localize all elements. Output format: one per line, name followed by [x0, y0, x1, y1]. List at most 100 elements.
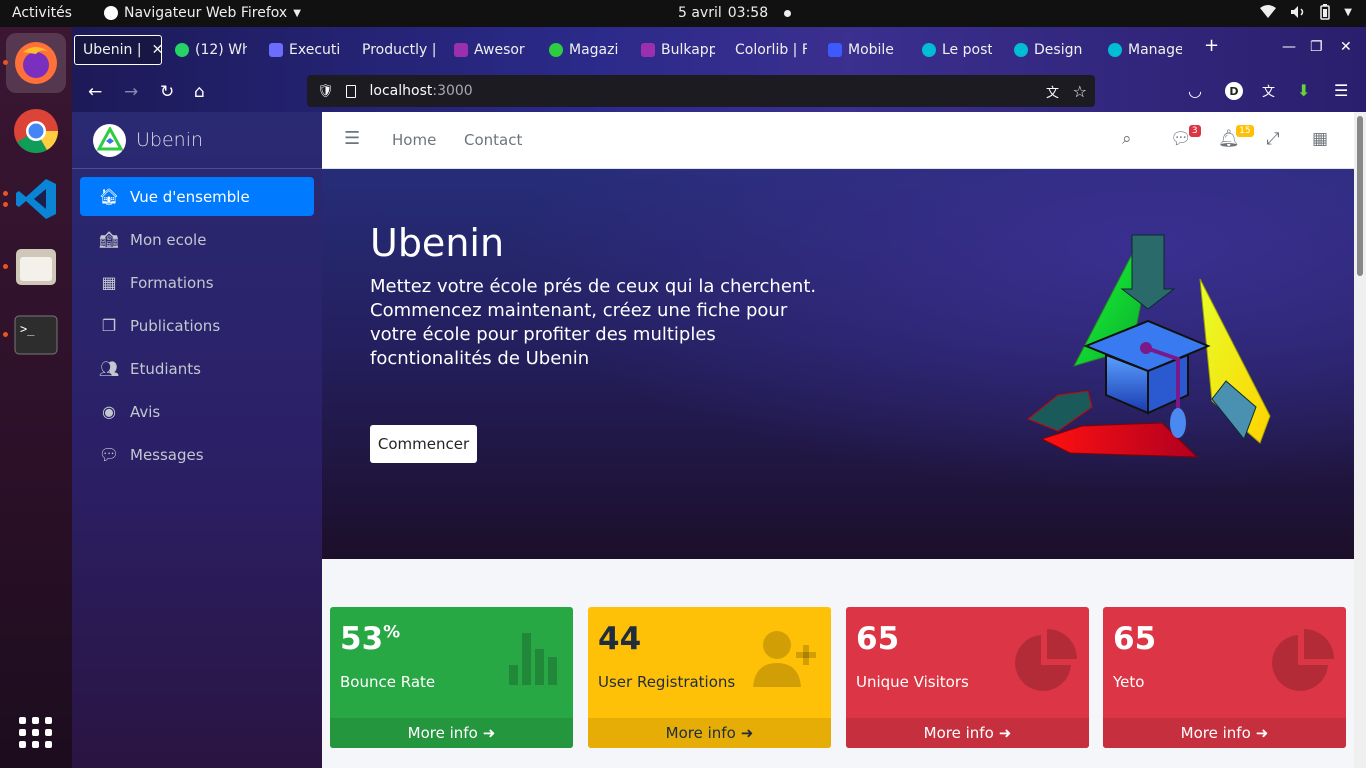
clock[interactable]: 5 avril 03:58	[678, 5, 792, 21]
stat-label: Yeto	[1113, 673, 1145, 691]
volume-icon	[1291, 6, 1304, 18]
sidebar-item-etudiants[interactable]: 👥︎ Etudiants	[80, 349, 314, 388]
grid-icon: ▦	[101, 273, 117, 292]
dock-vscode[interactable]	[6, 169, 66, 229]
grid-icon[interactable]: ▦	[1312, 129, 1328, 149]
more-info-label: More info	[923, 724, 994, 742]
profile-avatar[interactable]: D	[1225, 82, 1243, 100]
messages-icon[interactable]: 💬︎ 3	[1170, 125, 1201, 149]
dock-firefox[interactable]	[6, 33, 66, 93]
stat-box-unique-visitors: 65 Unique Visitors More info ➜	[846, 607, 1089, 748]
url-port: :3000	[432, 83, 473, 99]
tab-strip: Ubenin | ✕ (12) Wh Executi Productly | A…	[72, 27, 1366, 72]
back-button[interactable]: ←	[88, 82, 102, 102]
close-icon[interactable]: ✕	[152, 42, 161, 58]
running-indicator	[3, 202, 8, 207]
sidebar-item-messages[interactable]: 💬︎ Messages	[80, 435, 314, 474]
dock-files[interactable]	[6, 237, 66, 297]
dock-chrome[interactable]	[6, 101, 66, 161]
sidebar-item-label: Messages	[130, 445, 204, 464]
arrow-circle-right-icon: ➜	[998, 724, 1012, 742]
search-icon[interactable]: ⌕	[1122, 129, 1132, 149]
new-tab-button[interactable]: +	[1204, 35, 1219, 56]
bookmark-star-icon[interactable]: ☆	[1073, 82, 1087, 101]
tab-le-post[interactable]: Le post	[922, 35, 992, 65]
home-button[interactable]: ⌂	[194, 82, 205, 102]
reload-button[interactable]: ↻	[160, 82, 174, 102]
tab-productly[interactable]: Productly |	[362, 35, 438, 65]
tab-design[interactable]: Design	[1014, 35, 1084, 65]
fullscreen-icon[interactable]: ⤢	[1266, 129, 1280, 149]
more-info-link[interactable]: More info ➜	[846, 718, 1089, 748]
sidebar-item-publications[interactable]: ❐ Publications	[80, 306, 314, 345]
stat-value: 53%	[340, 621, 401, 657]
maximize-button[interactable]: ❐	[1310, 39, 1323, 55]
svg-text:>_: >_	[20, 322, 35, 336]
tab-manage[interactable]: Manage	[1108, 35, 1182, 65]
app-menu[interactable]: Navigateur Web Firefox ▼	[104, 5, 301, 21]
nav-link-home[interactable]: Home	[392, 131, 436, 149]
url-bar[interactable]: 🛡 localhost:3000 文 ☆	[307, 75, 1095, 107]
bell-icon[interactable]: 🔔︎ 15	[1218, 125, 1254, 149]
hero-section: Ubenin Mettez votre école prés de ceux q…	[322, 169, 1354, 559]
more-info-link[interactable]: More info ➜	[1103, 718, 1346, 748]
browser-chrome: Ubenin | ✕ (12) Wh Executi Productly | A…	[72, 27, 1366, 112]
folder-icon	[16, 249, 56, 285]
more-info-link[interactable]: More info ➜	[588, 718, 831, 748]
more-info-link[interactable]: More info ➜	[330, 718, 573, 748]
notifications-badge: 15	[1236, 125, 1254, 137]
page-scrollbar[interactable]	[1354, 112, 1366, 768]
minimize-button[interactable]: —	[1282, 39, 1296, 55]
forward-button[interactable]: →	[124, 82, 138, 102]
brand[interactable]: Ubenin	[72, 112, 322, 169]
vscode-icon	[16, 179, 56, 219]
download-icon[interactable]: ⬇	[1297, 81, 1310, 100]
sidebar-item-formations[interactable]: ▦ Formations	[80, 263, 314, 302]
canva-icon	[1108, 43, 1122, 57]
dock: >_	[0, 27, 72, 768]
tab-bulkapp[interactable]: Bulkapp	[641, 35, 715, 65]
scrollbar-thumb[interactable]	[1357, 116, 1363, 276]
translate-icon[interactable]: 文	[1046, 82, 1059, 101]
stat-value: 65	[856, 621, 900, 657]
nav-link-contact[interactable]: Contact	[464, 131, 522, 149]
firefox-icon	[15, 42, 57, 84]
show-applications-icon[interactable]	[19, 717, 53, 748]
tab-awesome[interactable]: Awesor	[454, 35, 528, 65]
window-close-button[interactable]: ✕	[1340, 39, 1352, 55]
chrome-icon	[14, 109, 58, 153]
tab-colorlib[interactable]: Colorlib | F	[735, 35, 807, 65]
hamburger-menu-icon[interactable]: ☰	[1334, 81, 1348, 100]
tab-ubenin[interactable]: Ubenin | ✕	[74, 35, 162, 65]
sidebar-menu: 🏠︎ Vue d'ensemble 🏫︎ Mon ecole ▦ Formati…	[72, 169, 322, 486]
comments-icon: 💬︎	[98, 445, 120, 464]
activities-button[interactable]: Activités	[12, 5, 72, 21]
tab-label: Manage	[1128, 42, 1182, 58]
tab-executi[interactable]: Executi	[269, 35, 341, 65]
terminal-icon: >_	[14, 315, 58, 355]
tab-label: Productly |	[362, 42, 437, 58]
start-button[interactable]: Commencer	[370, 425, 477, 463]
running-indicator	[3, 264, 8, 269]
pocket-icon[interactable]: ◡	[1188, 81, 1202, 100]
chevron-down-icon: ▼	[293, 7, 301, 19]
messages-badge: 3	[1188, 125, 1201, 137]
tab-whatsapp[interactable]: (12) Wh	[175, 35, 247, 65]
tab-label: Awesor	[474, 42, 525, 58]
translate-extension-icon[interactable]: 文	[1262, 81, 1275, 100]
colorlib-icon	[641, 43, 655, 57]
sidebar-item-vue-ensemble[interactable]: 🏠︎ Vue d'ensemble	[80, 177, 314, 216]
bar-chart-icon	[509, 633, 557, 685]
system-tray[interactable]: ▼	[1260, 4, 1352, 20]
sidebar-item-mon-ecole[interactable]: 🏫︎ Mon ecole	[80, 220, 314, 259]
sidebar-item-avis[interactable]: ◉ Avis	[80, 392, 314, 431]
tab-magazine[interactable]: Magazi	[549, 35, 621, 65]
dock-terminal[interactable]: >_	[6, 305, 66, 365]
web-page: Ubenin 🏠︎ Vue d'ensemble 🏫︎ Mon ecole ▦ …	[72, 112, 1354, 768]
battery-icon	[1320, 4, 1331, 20]
shield-icon[interactable]: 🛡	[317, 84, 334, 99]
sidebar-toggle-icon[interactable]: ☰	[344, 128, 360, 149]
sidebar-item-label: Vue d'ensemble	[130, 187, 250, 206]
check-circle-icon	[549, 43, 563, 57]
tab-mobile[interactable]: Mobile	[828, 35, 898, 65]
